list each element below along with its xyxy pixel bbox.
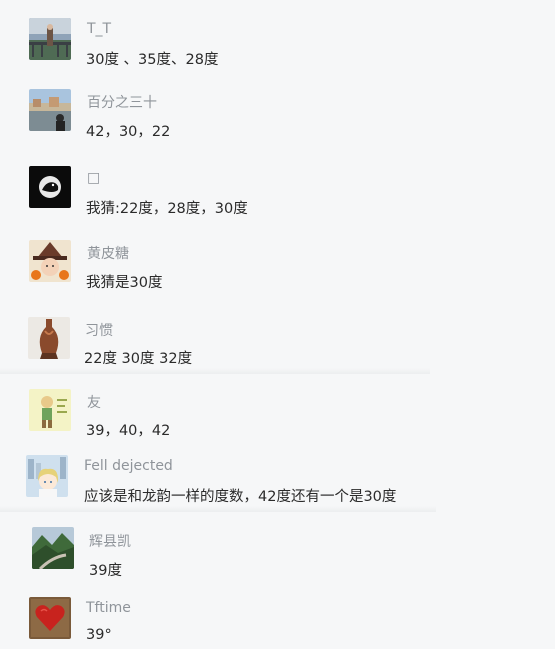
comment-username[interactable]: 百分之三十 xyxy=(87,92,157,112)
comment-list: T_T 30度 、35度、28度 百分之三十 42，30，22 □ 我猜:22度… xyxy=(0,0,555,649)
red-heart-avatar-icon[interactable] xyxy=(29,597,71,639)
comment-text: 39度 xyxy=(89,563,122,579)
divider xyxy=(0,506,436,512)
landscape-photo-avatar-icon[interactable] xyxy=(29,89,71,131)
comment-text: 42，30，22 xyxy=(86,124,171,140)
comment-username[interactable]: 习惯 xyxy=(85,320,113,340)
witch-girl-avatar-icon[interactable] xyxy=(29,240,71,282)
comment-text: 39° xyxy=(86,627,112,643)
comment-username[interactable]: T_T xyxy=(87,21,111,37)
cartoon-figure-avatar-icon[interactable] xyxy=(29,389,71,431)
bird-moon-avatar-icon[interactable] xyxy=(29,166,71,208)
mountain-road-avatar-icon[interactable] xyxy=(32,527,74,569)
comment-text: 30度 、35度、28度 xyxy=(86,52,219,68)
comment-username[interactable]: 友 xyxy=(87,392,101,412)
comment-username[interactable]: Fell dejected xyxy=(84,458,173,474)
comment-username[interactable]: □ xyxy=(87,170,100,186)
comment-text: 我猜:22度，28度，30度 xyxy=(86,201,248,217)
vase-avatar-icon[interactable] xyxy=(28,317,70,359)
comment-text: 39，40，42 xyxy=(86,423,171,439)
anime-girl-avatar-icon[interactable] xyxy=(26,455,68,497)
comment-username[interactable]: 辉县凯 xyxy=(89,531,131,551)
divider xyxy=(0,368,430,374)
comment-text: 22度 30度 32度 xyxy=(84,351,193,367)
comment-username[interactable]: Tftime xyxy=(86,600,131,616)
comment-text: 应该是和龙韵一样的度数，42度还有一个是30度 xyxy=(84,489,397,505)
comment-username[interactable]: 黄皮糖 xyxy=(87,243,129,263)
comment-text: 我猜是30度 xyxy=(86,275,163,291)
bridge-photo-avatar-icon[interactable] xyxy=(29,18,71,60)
